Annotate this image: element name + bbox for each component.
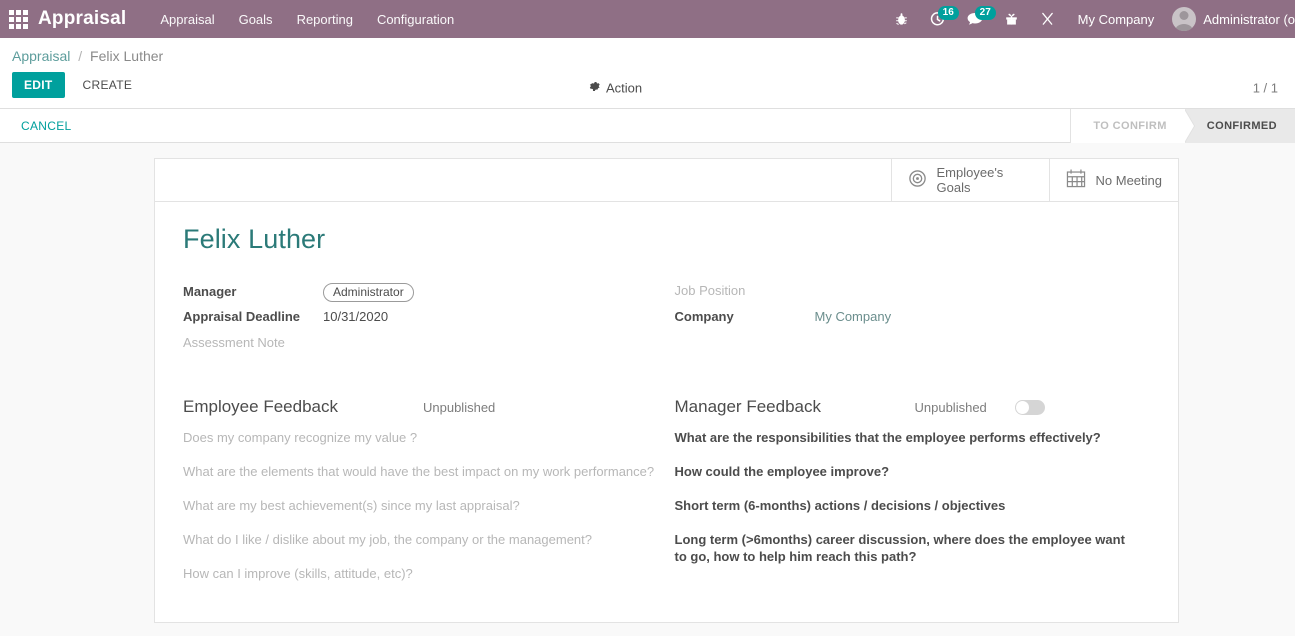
user-menu-label: Administrator (o [1203,11,1295,27]
employee-feedback-state: Unpublished [423,399,496,415]
menu-item-configuration[interactable]: Configuration [377,12,454,27]
messaging-counter-badge: 27 [974,6,996,20]
chat-bubble-icon[interactable]: 27 [956,0,996,38]
main-menu: Appraisal Goals Reporting Configuration [160,12,454,27]
stat-button-employee-goals[interactable]: Employee's Goals [890,159,1049,201]
breadcrumb: Appraisal / Felix Luther [0,38,1295,68]
gear-icon [589,81,601,96]
field-label-company: Company [674,309,734,324]
status-stage-to-confirm[interactable]: TO CONFIRM [1071,109,1194,143]
manager-feedback-publish-toggle[interactable] [1014,399,1045,415]
action-dropdown[interactable]: Action [589,81,642,96]
breadcrumb-separator: / [78,48,83,64]
manager-question[interactable]: How could the employee improve? [675,463,1130,480]
manager-feedback-header: Manager Feedback Unpublished [675,397,1151,417]
user-avatar [1172,7,1197,31]
statusbar-row: CANCEL TO CONFIRM CONFIRMED [0,109,1295,143]
apps-grid-icon[interactable] [6,7,30,31]
form-view-area: Employee's Goals No Meeting Felix Luther [0,143,1295,629]
field-manager: Manager Administrator [183,283,667,302]
field-value-company[interactable]: My Company [815,309,892,324]
top-navbar: Appraisal Appraisal Goals Reporting Conf… [0,0,1295,38]
manager-question[interactable]: Long term (>6months) career discussion, … [675,531,1130,565]
scissors-icon[interactable] [1029,0,1066,38]
clock-activity-icon[interactable]: 16 [919,0,959,38]
stat-button-meeting[interactable]: No Meeting [1048,159,1178,201]
manager-tag[interactable]: Administrator [323,283,414,302]
status-stage-label: TO CONFIRM [1093,120,1167,132]
employee-feedback-section: Employee Feedback Unpublished Does my co… [183,397,667,599]
employee-question[interactable]: How can I improve (skills, attitude, etc… [183,565,667,582]
odoo-appraisal-form-view: Appraisal Appraisal Goals Reporting Conf… [0,0,1295,636]
manager-question[interactable]: Short term (6-months) actions / decision… [675,497,1130,514]
status-stages: TO CONFIRM CONFIRMED [1070,109,1295,143]
field-label-manager: Manager [183,284,237,299]
field-label-job-position: Job Position [674,283,746,298]
field-label-assessment-note: Assessment Note [183,335,285,350]
employee-question[interactable]: What are my best achievement(s) since my… [183,497,667,514]
fields-group: Manager Administrator Appraisal Deadline… [183,283,1150,361]
stat-button-label: No Meeting [1095,172,1162,188]
fields-column-left: Manager Administrator Appraisal Deadline… [183,283,667,361]
stat-button-label: Employee's Goals [936,165,1004,195]
feedback-sections: Employee Feedback Unpublished Does my co… [183,397,1150,599]
cancel-button[interactable]: CANCEL [12,114,80,138]
manager-question[interactable]: What are the responsibilities that the e… [675,429,1130,446]
control-panel: Appraisal / Felix Luther EDIT CREATE Act… [0,38,1295,109]
record-sheet: Employee's Goals No Meeting Felix Luther [154,158,1179,623]
stage-arrow-icon [1183,109,1194,143]
systray: 16 27 My Company Administrator (o [884,0,1295,38]
target-icon [908,169,927,191]
breadcrumb-root[interactable]: Appraisal [12,48,70,64]
status-stage-confirmed[interactable]: CONFIRMED [1184,109,1295,143]
bug-icon[interactable] [884,0,919,38]
employee-question[interactable]: What are the elements that would have th… [183,463,667,480]
menu-item-appraisal[interactable]: Appraisal [160,12,214,27]
field-company: Company My Company [675,309,1151,328]
calendar-icon [1066,169,1086,191]
manager-feedback-state: Unpublished [914,399,987,415]
employee-question[interactable]: What do I like / dislike about my job, t… [183,531,667,548]
employee-feedback-title: Employee Feedback [183,397,338,416]
create-button[interactable]: CREATE [73,72,143,98]
field-job-position: Job Position [675,283,1151,302]
breadcrumb-current: Felix Luther [90,48,164,64]
page-title: Felix Luther [183,224,326,254]
status-stage-label: CONFIRMED [1206,120,1277,132]
fields-column-right: Job Position Company My Company [667,283,1151,361]
sheet-body: Felix Luther Manager Administrator Appra… [155,202,1178,619]
edit-button[interactable]: EDIT [12,72,65,98]
control-panel-buttons: EDIT CREATE Action 1 / 1 [0,68,1295,108]
manager-feedback-section: Manager Feedback Unpublished What are th… [667,397,1151,599]
field-assessment-note: Assessment Note [183,335,667,354]
employee-question[interactable]: Does my company recognize my value ? [183,429,667,446]
stat-button-box: Employee's Goals No Meeting [155,159,1178,202]
field-value-manager: Administrator [323,283,414,302]
action-label: Action [606,80,643,96]
manager-feedback-title: Manager Feedback [674,397,821,416]
user-menu[interactable]: Administrator (o [1166,7,1295,31]
employee-feedback-header: Employee Feedback Unpublished [183,397,667,417]
menu-item-goals[interactable]: Goals [239,12,273,27]
field-appraisal-deadline: Appraisal Deadline 10/31/2020 [183,309,667,328]
menu-item-reporting[interactable]: Reporting [297,12,353,27]
record-pager[interactable]: 1 / 1 [1253,81,1278,96]
gift-icon[interactable] [994,0,1029,38]
company-switcher[interactable]: My Company [1066,12,1167,27]
app-brand-title[interactable]: Appraisal [38,8,126,30]
field-label-appraisal-deadline: Appraisal Deadline [183,309,301,324]
field-value-appraisal-deadline[interactable]: 10/31/2020 [323,309,388,324]
